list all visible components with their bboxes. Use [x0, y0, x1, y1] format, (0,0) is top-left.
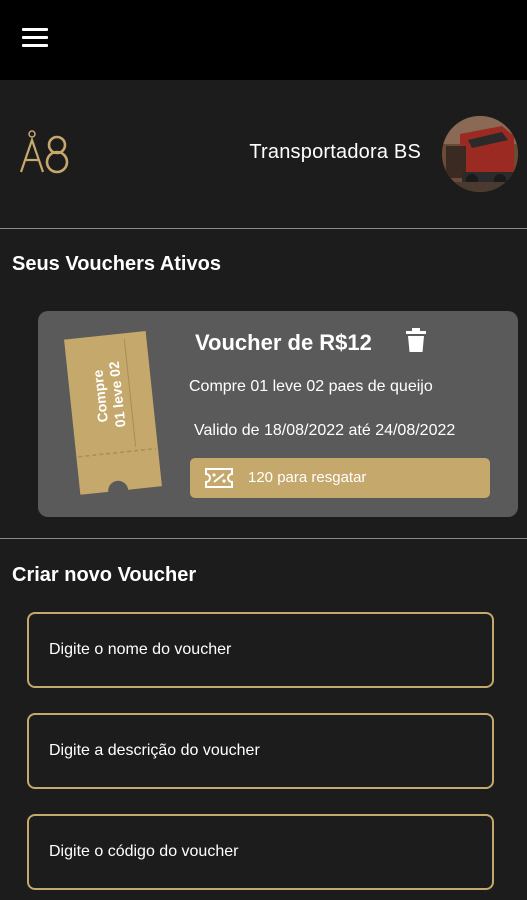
redeem-badge[interactable]: 120 para resgatar [190, 458, 490, 498]
header-divider [0, 228, 527, 229]
voucher-card[interactable]: Compre 01 leve 02 Voucher de R$12 Compre… [38, 311, 518, 517]
ticket-icon: Compre 01 leve 02 [62, 321, 162, 505]
voucher-description-input[interactable] [27, 713, 494, 789]
voucher-percent-icon [204, 467, 234, 489]
voucher-title: Voucher de R$12 [195, 330, 372, 355]
profile-header: Transportadora BS [0, 80, 527, 228]
avatar[interactable] [442, 116, 518, 192]
brand-logo [18, 128, 74, 180]
section-divider [0, 538, 527, 539]
voucher-validity: Valido de 18/08/2022 até 24/08/2022 [194, 422, 456, 439]
hamburger-menu-icon[interactable] [20, 26, 52, 50]
company-name: Transportadora BS [249, 141, 421, 163]
active-vouchers-title: Seus Vouchers Ativos [12, 253, 221, 275]
create-voucher-title: Criar novo Voucher [12, 564, 197, 586]
voucher-code-input[interactable] [27, 814, 494, 890]
redeem-label: 120 para resgatar [248, 469, 367, 486]
top-app-bar [0, 0, 527, 80]
voucher-name-input[interactable] [27, 612, 494, 688]
delete-trash-icon[interactable] [405, 327, 427, 353]
voucher-description: Compre 01 leve 02 paes de queijo [189, 378, 433, 395]
